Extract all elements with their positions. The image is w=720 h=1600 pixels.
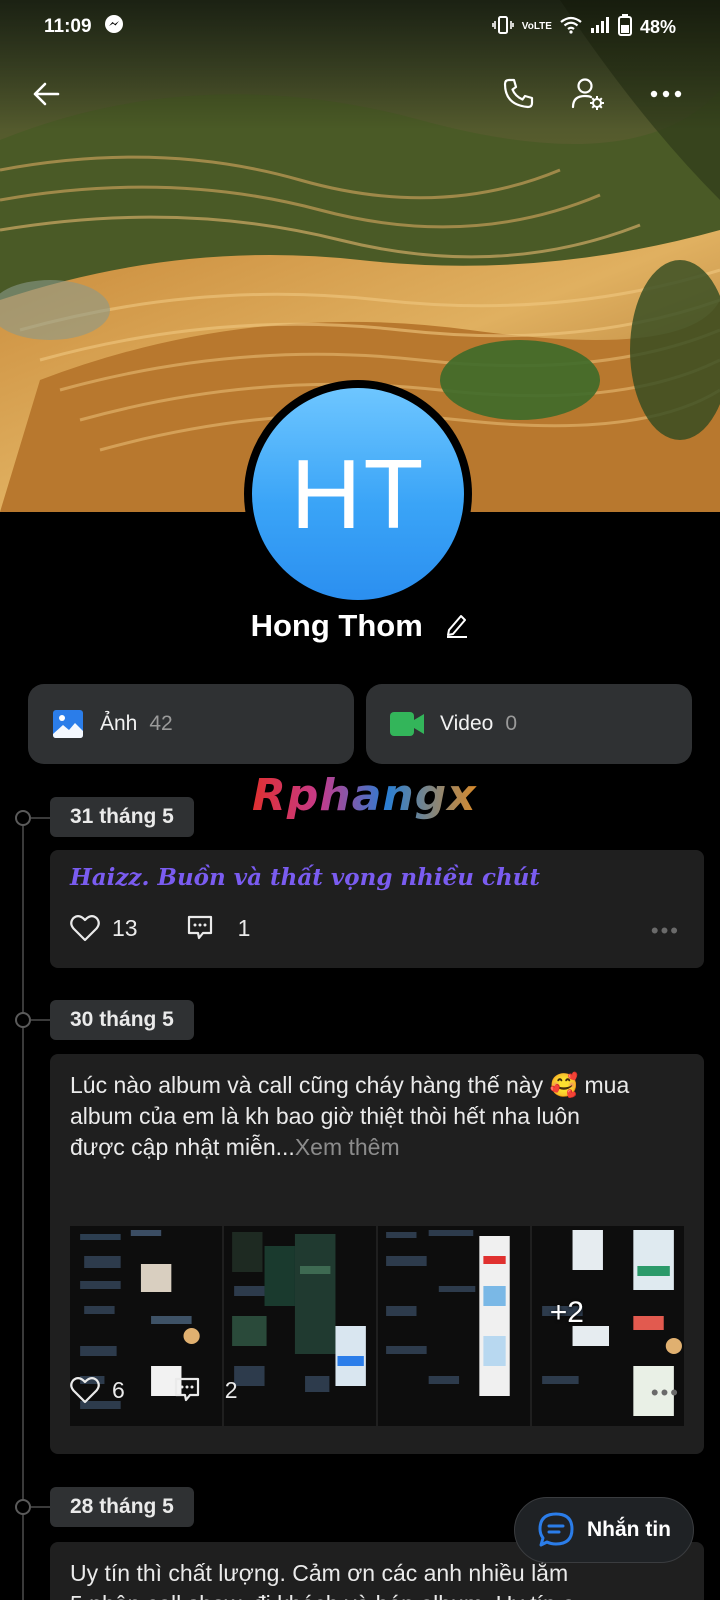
date-chip: 30 tháng 5 bbox=[50, 1000, 194, 1040]
timeline-line bbox=[22, 812, 24, 1600]
photos-count: 42 bbox=[149, 712, 173, 735]
extra-photos-count: +2 bbox=[549, 1296, 584, 1329]
chat-bubble-icon bbox=[538, 1512, 574, 1547]
like-count: 13 bbox=[112, 914, 138, 941]
top-nav bbox=[0, 66, 720, 122]
profile-name: Hong Thom bbox=[250, 608, 423, 643]
call-button[interactable] bbox=[490, 66, 546, 122]
messenger-icon bbox=[104, 14, 124, 40]
photos-label: Ảnh bbox=[100, 712, 138, 735]
comment-count: 2 bbox=[224, 1376, 238, 1403]
video-camera-icon bbox=[390, 712, 424, 736]
post-text-line: album của em là kh bao giờ thiệt thòi hế… bbox=[70, 1103, 580, 1129]
avatar-initials: HT bbox=[252, 388, 464, 600]
vibrate-icon bbox=[491, 15, 514, 39]
chat-screenshot-image bbox=[378, 1226, 530, 1426]
chat-screenshot-image bbox=[224, 1226, 376, 1426]
photo-thumbnail[interactable] bbox=[378, 1226, 530, 1426]
post-card[interactable]: Haizz. Buồn và thất vọng nhiều chút 13 1… bbox=[50, 850, 704, 968]
wifi-icon bbox=[560, 16, 582, 39]
avatar[interactable]: HT bbox=[244, 380, 472, 608]
heart-icon bbox=[70, 1377, 100, 1404]
status-time: 11:09 bbox=[44, 16, 92, 37]
watermark: Rphangx bbox=[252, 770, 477, 821]
timeline-dot bbox=[15, 1499, 31, 1515]
timeline-connector bbox=[31, 1506, 51, 1508]
post-text: Uy tín thì chất lượng. Cảm ơn các anh nh… bbox=[50, 1558, 595, 1600]
comment-count: 1 bbox=[237, 914, 251, 941]
post-reactions: 6 2 bbox=[70, 1376, 238, 1404]
photos-button[interactable]: Ảnh 42 bbox=[28, 684, 354, 764]
videos-count: 0 bbox=[505, 712, 518, 735]
signal-icon bbox=[590, 16, 610, 39]
battery-icon bbox=[617, 13, 632, 41]
see-more-link[interactable]: Xem thêm bbox=[295, 1134, 400, 1160]
user-settings-icon bbox=[571, 78, 604, 110]
post-reactions: 13 1 bbox=[70, 914, 250, 942]
profile-settings-button[interactable] bbox=[560, 66, 616, 122]
post-more-button[interactable]: ••• bbox=[651, 918, 680, 944]
volte-icon: VoLTE bbox=[521, 21, 552, 32]
timeline-dot bbox=[15, 810, 31, 826]
back-button[interactable] bbox=[18, 66, 74, 122]
profile-name-row: Hong Thom bbox=[0, 608, 720, 646]
videos-label: Video bbox=[440, 712, 494, 735]
post-more-button[interactable]: ••• bbox=[651, 1380, 680, 1406]
battery-percent: 48% bbox=[639, 16, 676, 37]
like-button[interactable]: 6 bbox=[70, 1376, 125, 1404]
pencil-icon bbox=[447, 614, 468, 638]
arrow-left-icon bbox=[33, 82, 60, 106]
date-chip: 28 tháng 5 bbox=[50, 1487, 194, 1527]
post-text-line: được cập nhật miễn...Xem thêm bbox=[70, 1132, 629, 1163]
post-text: Haizz. Buồn và thất vọng nhiều chút bbox=[70, 864, 541, 891]
edit-name-button[interactable] bbox=[445, 610, 469, 646]
post-text-line: 5 nhân call show, đi khách và bán album.… bbox=[70, 1589, 575, 1600]
post-text: Lúc nào album và call cũng cháy hàng thế… bbox=[50, 1070, 649, 1163]
videos-button[interactable]: Video 0 bbox=[366, 684, 692, 764]
send-message-button[interactable]: Nhắn tin bbox=[514, 1497, 694, 1563]
send-message-label: Nhắn tin bbox=[587, 1518, 671, 1541]
comment-button[interactable]: 1 bbox=[186, 914, 251, 942]
timeline-connector bbox=[31, 817, 51, 819]
timeline-dot bbox=[15, 1012, 31, 1028]
timeline-connector bbox=[31, 1019, 51, 1021]
post-text-line: Uy tín thì chất lượng. Cảm ơn các anh nh… bbox=[70, 1560, 569, 1586]
status-bar: 11:09 VoLTE 48% bbox=[0, 0, 720, 54]
like-count: 6 bbox=[112, 1376, 125, 1403]
comment-icon bbox=[187, 915, 212, 940]
post-text-line: Lúc nào album và call cũng cháy hàng thế… bbox=[70, 1072, 630, 1098]
photo-thumbnail[interactable] bbox=[224, 1226, 376, 1426]
like-button[interactable]: 13 bbox=[70, 914, 138, 942]
comment-icon bbox=[174, 1377, 199, 1402]
comment-button[interactable]: 2 bbox=[173, 1376, 238, 1404]
post-card[interactable]: Lúc nào album và call cũng cháy hàng thế… bbox=[50, 1054, 704, 1454]
heart-icon bbox=[70, 915, 100, 942]
more-options-button[interactable] bbox=[638, 66, 694, 122]
image-icon bbox=[53, 710, 83, 738]
more-horizontal-icon bbox=[650, 90, 682, 98]
post-text-line-end: được cập nhật miễn... bbox=[70, 1134, 295, 1160]
date-chip: 31 tháng 5 bbox=[50, 797, 194, 837]
phone-icon bbox=[503, 78, 534, 109]
